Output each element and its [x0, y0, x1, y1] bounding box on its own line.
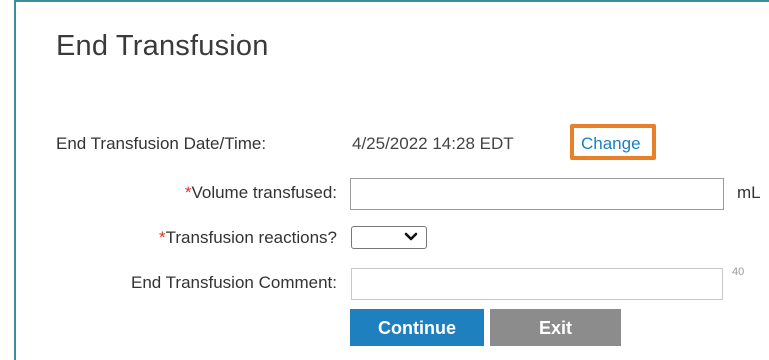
comment-char-counter: 40: [732, 266, 745, 278]
volume-unit: mL: [737, 183, 761, 202]
comment-input[interactable]: [351, 268, 723, 300]
change-link[interactable]: Change: [581, 134, 641, 154]
reactions-label: *Transfusion reactions?: [159, 228, 337, 248]
required-marker: *: [159, 228, 166, 247]
reactions-label-text: Transfusion reactions?: [165, 228, 337, 247]
continue-button[interactable]: Continue: [350, 309, 484, 346]
volume-label-text: Volume transfused:: [191, 183, 337, 202]
chevron-down-icon: [404, 232, 418, 241]
comment-label: End Transfusion Comment:: [131, 273, 337, 292]
end-datetime-label: End Transfusion Date/Time:: [56, 134, 267, 153]
end-datetime-value: 4/25/2022 14:28 EDT: [352, 134, 514, 153]
reactions-select[interactable]: [351, 226, 427, 249]
page-title: End Transfusion: [56, 30, 269, 62]
exit-button[interactable]: Exit: [490, 309, 621, 346]
volume-input[interactable]: [350, 178, 724, 210]
volume-label: *Volume transfused:: [185, 183, 337, 203]
